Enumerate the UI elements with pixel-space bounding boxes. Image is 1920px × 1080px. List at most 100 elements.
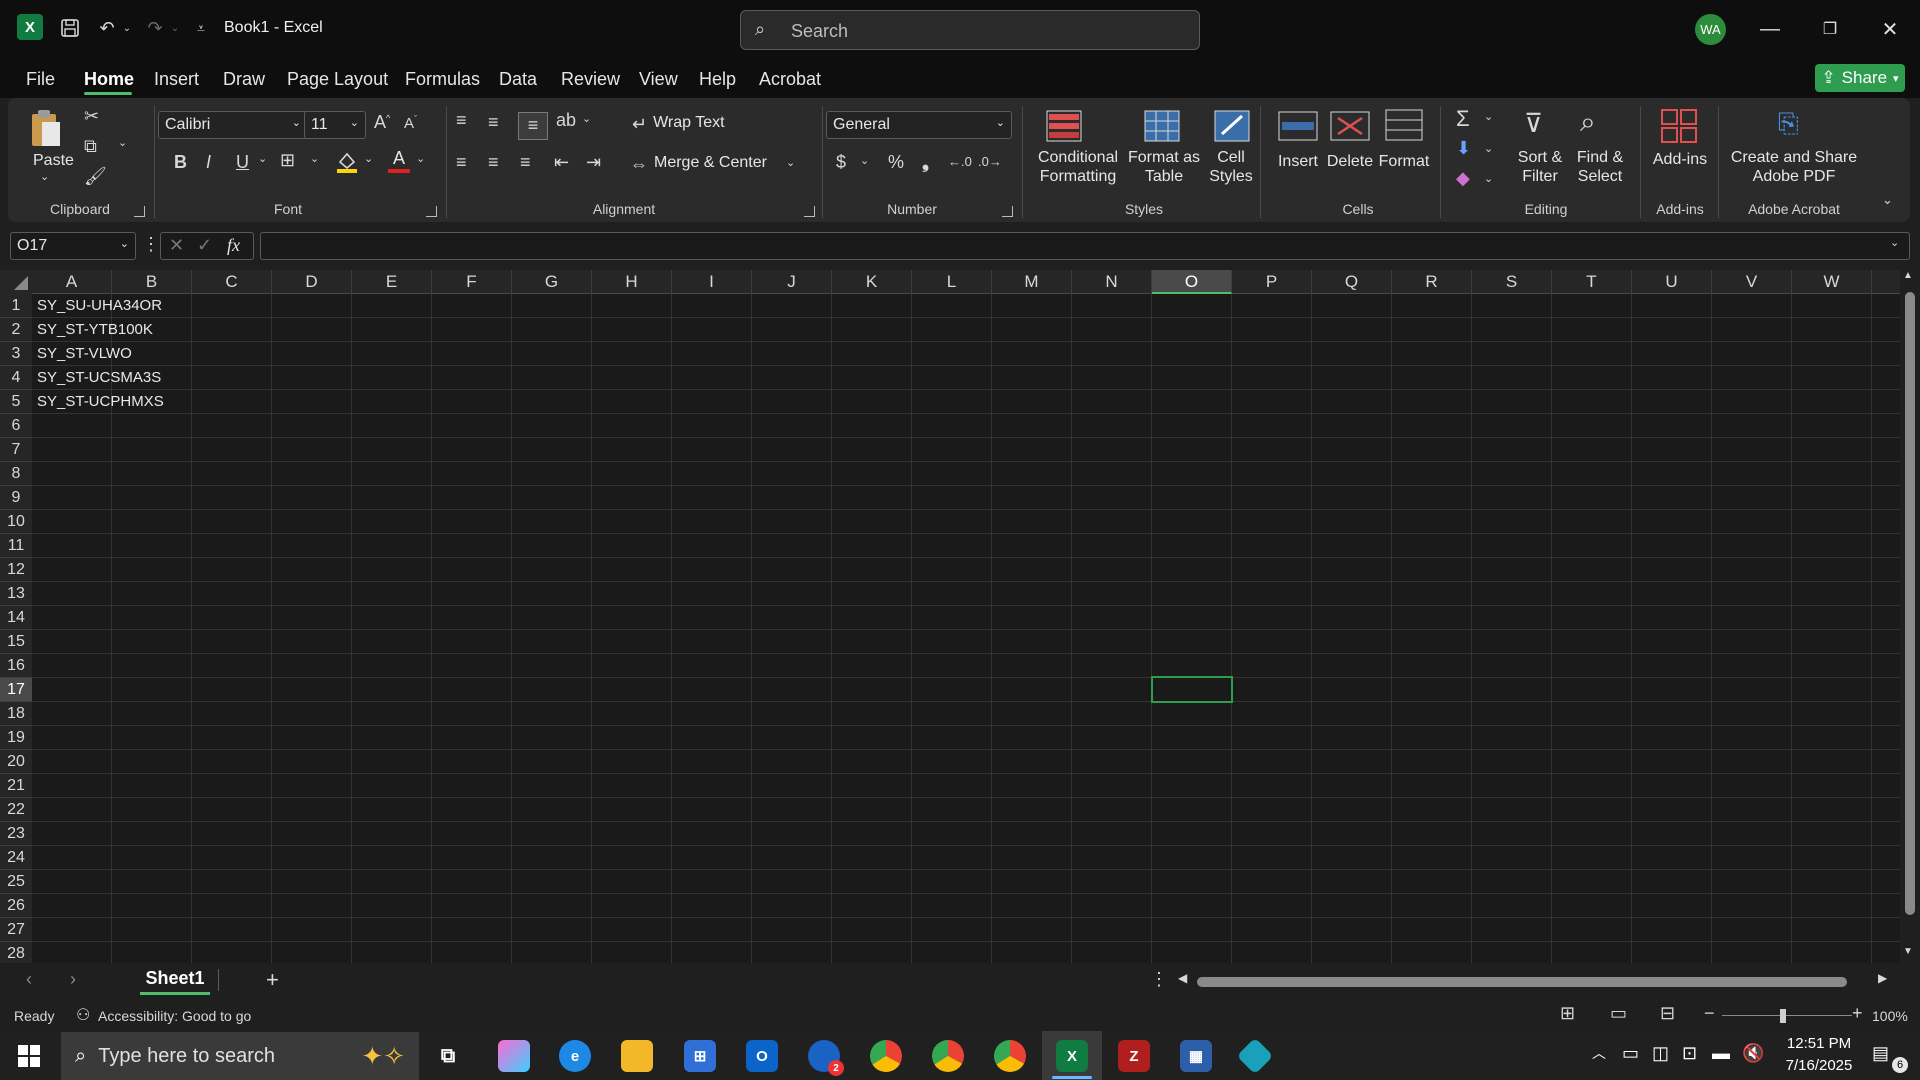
sort-filter-button[interactable]: Sort & Filter (1508, 148, 1572, 186)
comma-style-icon[interactable]: ❟ (922, 152, 929, 173)
addins-button[interactable]: Add-ins (1648, 150, 1712, 169)
cell-a4[interactable]: SY_ST-UCSMA3S (32, 366, 161, 390)
next-sheet-icon[interactable]: › (70, 969, 76, 990)
row-header-19[interactable]: 19 (0, 726, 32, 750)
taskbar-search-input[interactable]: ⌕ Type here to search ✦✧ (61, 1032, 419, 1080)
find-select-button[interactable]: Find & Select (1568, 148, 1632, 186)
paste-button[interactable]: Paste (33, 152, 74, 170)
row-header-5[interactable]: 5 (0, 390, 32, 414)
add-sheet-icon[interactable]: + (266, 967, 279, 993)
chevron-down-icon[interactable]: ⌄ (364, 152, 373, 165)
expand-formula-bar-icon[interactable]: ⌄ (1890, 236, 1899, 249)
search-input[interactable]: ⌕ Search (740, 10, 1200, 50)
format-painter-icon[interactable]: 🖌 (84, 166, 107, 187)
row-header-27[interactable]: 27 (0, 918, 32, 942)
insert-cells-icon[interactable] (1278, 110, 1318, 142)
zoom-slider[interactable] (1722, 1015, 1852, 1016)
row-header-24[interactable]: 24 (0, 846, 32, 870)
app-diamond-icon[interactable] (1236, 1037, 1274, 1075)
horizontal-scroll-thumb[interactable] (1197, 977, 1847, 987)
chevron-down-icon[interactable]: ⌄ (786, 156, 795, 169)
enter-icon[interactable]: ✓ (197, 235, 212, 256)
microsoft-store-icon[interactable]: ⊞ (684, 1040, 716, 1072)
scroll-left-icon[interactable]: ◀ (1178, 971, 1187, 985)
show-hidden-icons-icon[interactable]: ︿ (1592, 1043, 1606, 1063)
chevron-down-icon[interactable]: ⌄ (258, 152, 267, 165)
undo-dropdown-icon[interactable]: ⌄ (112, 13, 142, 43)
autosum-icon[interactable]: Σ (1456, 106, 1470, 132)
save-icon[interactable] (55, 13, 85, 43)
top-align-icon[interactable]: ≡ (456, 110, 467, 131)
tab-draw[interactable]: Draw (223, 69, 265, 90)
row-header-13[interactable]: 13 (0, 582, 32, 606)
spreadsheet-grid[interactable]: ABCDEFGHIJKLMNOPQRSTUVW 1 2 3 4 5 6 7 8 9 10 11 12 1… (0, 270, 1920, 963)
middle-align-icon[interactable]: ≡ (488, 112, 499, 133)
copy-icon[interactable]: ⧉ (84, 136, 97, 157)
chevron-down-icon[interactable]: ⌄ (118, 136, 127, 149)
chevron-down-icon[interactable]: ⌄ (582, 112, 591, 125)
battery-icon[interactable]: ▬ (1712, 1043, 1730, 1064)
clear-icon[interactable]: ◆ (1456, 168, 1470, 189)
row-header-11[interactable]: 11 (0, 534, 32, 558)
sort-filter-icon[interactable]: ⊽ (1524, 108, 1543, 139)
decrease-font-icon[interactable]: Aˇ (404, 114, 417, 132)
avatar[interactable]: WA (1695, 14, 1726, 45)
italic-icon[interactable]: I (206, 152, 211, 173)
tab-help[interactable]: Help (699, 69, 736, 90)
find-select-icon[interactable]: ⌕ (1580, 106, 1596, 139)
row-header-6[interactable]: 6 (0, 414, 32, 438)
cell-styles-button[interactable]: Cell Styles (1196, 148, 1266, 186)
chevron-down-icon[interactable]: ⌄ (40, 170, 49, 183)
align-right-icon[interactable]: ≡ (520, 152, 531, 173)
chevron-down-icon[interactable]: ⌄ (310, 152, 319, 165)
windows-start-icon[interactable] (18, 1045, 40, 1067)
row-header-12[interactable]: 12 (0, 558, 32, 582)
customize-toolbar-icon[interactable]: ⩡ (186, 13, 216, 43)
cell-a3[interactable]: SY_ST-VLWO (32, 342, 132, 366)
row-header-17[interactable]: 17 (0, 678, 32, 702)
taskbar-time[interactable]: 12:51 PM (1776, 1035, 1862, 1052)
notification-center-icon[interactable]: ▤ (1872, 1043, 1889, 1064)
row-header-10[interactable]: 10 (0, 510, 32, 534)
merge-center-button[interactable]: ⇔ Merge & Center (630, 154, 767, 175)
percent-icon[interactable]: % (888, 152, 904, 173)
cut-icon[interactable]: ✂ (84, 106, 99, 127)
filezilla-icon[interactable]: Z (1118, 1040, 1150, 1072)
tab-view[interactable]: View (639, 69, 678, 90)
name-box[interactable]: O17 ⌄ (10, 232, 136, 260)
tab-home[interactable]: Home (84, 69, 134, 90)
tab-page-layout[interactable]: Page Layout (287, 69, 388, 90)
display-icon[interactable]: ▭ (1622, 1043, 1639, 1064)
cancel-icon[interactable]: ✕ (169, 235, 184, 256)
addins-icon[interactable] (1660, 108, 1698, 144)
tab-formulas[interactable]: Formulas (405, 69, 480, 90)
decrease-indent-icon[interactable]: ⇤ (554, 152, 569, 173)
page-layout-view-icon[interactable]: ▭ (1610, 1003, 1627, 1024)
row-header-2[interactable]: 2 (0, 318, 32, 342)
cell-styles-icon[interactable] (1214, 110, 1250, 142)
alignment-launcher-icon[interactable] (804, 206, 815, 217)
row-header-22[interactable]: 22 (0, 798, 32, 822)
row-header-7[interactable]: 7 (0, 438, 32, 462)
fill-color-icon[interactable] (336, 150, 358, 174)
row-header-18[interactable]: 18 (0, 702, 32, 726)
delete-cells-icon[interactable] (1330, 110, 1370, 142)
active-cell-selection[interactable] (1151, 676, 1233, 703)
row-header-15[interactable]: 15 (0, 630, 32, 654)
volume-muted-icon[interactable]: 🔇 (1742, 1043, 1764, 1064)
font-size-dropdown[interactable]: 11 ⌄ (304, 111, 366, 139)
row-header-14[interactable]: 14 (0, 606, 32, 630)
accessibility-status[interactable]: Accessibility: Good to go (98, 1008, 251, 1024)
prev-sheet-icon[interactable]: ‹ (26, 969, 32, 990)
row-header-25[interactable]: 25 (0, 870, 32, 894)
row-header-21[interactable]: 21 (0, 774, 32, 798)
row-header-9[interactable]: 9 (0, 486, 32, 510)
insert-function-icon[interactable]: fx (227, 235, 240, 256)
currency-icon[interactable]: $ (836, 152, 846, 173)
chevron-down-icon[interactable]: ⌄ (860, 154, 869, 167)
more-options-icon[interactable]: ⋮ (142, 234, 160, 255)
number-format-dropdown[interactable]: General ⌄ (826, 111, 1012, 139)
scroll-up-icon[interactable]: ▲ (1903, 270, 1913, 281)
create-pdf-icon[interactable]: ⎘ (1778, 108, 1799, 140)
number-launcher-icon[interactable] (1002, 206, 1013, 217)
